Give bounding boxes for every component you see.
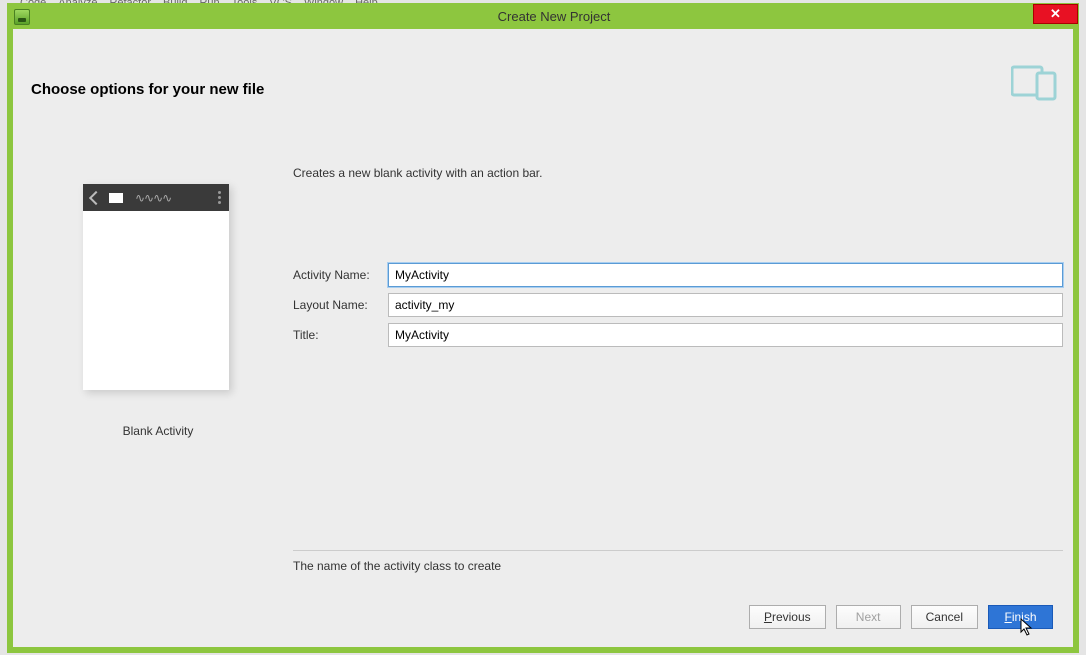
input-title[interactable]: [388, 323, 1063, 347]
btn-prev-rest: revious: [772, 610, 811, 624]
dialog-body: Choose options for your new file ∿∿∿∿ Bl…: [13, 29, 1073, 647]
app-icon: [14, 9, 30, 25]
label-activity-name: Activity Name:: [293, 268, 388, 282]
template-label: Blank Activity: [83, 424, 233, 438]
close-button[interactable]: ✕: [1033, 4, 1078, 24]
input-layout-name[interactable]: [388, 293, 1063, 317]
input-activity-name[interactable]: [388, 263, 1063, 287]
device-frame: ∿∿∿∿: [83, 184, 229, 390]
next-button: Next: [836, 605, 901, 629]
title-bar[interactable]: Create New Project ✕: [8, 4, 1078, 29]
row-title: Title:: [293, 323, 1063, 347]
label-title: Title:: [293, 328, 388, 342]
window-title: Create New Project: [30, 9, 1078, 24]
app-logo-icon: [109, 193, 123, 203]
button-bar: Previous Next Cancel Finish: [749, 605, 1053, 629]
form: Activity Name: Layout Name: Title:: [293, 263, 1063, 353]
btn-finish-rest: inish: [1012, 610, 1037, 624]
hint-text: The name of the activity class to create: [293, 559, 501, 573]
device-preview-icon: [1011, 61, 1063, 101]
finish-button[interactable]: Finish: [988, 605, 1053, 629]
template-preview: ∿∿∿∿: [83, 184, 233, 394]
close-icon: ✕: [1050, 6, 1061, 22]
label-layout-name: Layout Name:: [293, 298, 388, 312]
row-layout-name: Layout Name:: [293, 293, 1063, 317]
separator: [293, 550, 1063, 551]
overflow-menu-icon: [218, 191, 221, 204]
cancel-button[interactable]: Cancel: [911, 605, 978, 629]
device-statusbar: ∿∿∿∿: [83, 184, 229, 211]
row-activity-name: Activity Name:: [293, 263, 1063, 287]
dialog-window: Create New Project ✕ Choose options for …: [7, 3, 1079, 653]
back-icon: [89, 190, 103, 204]
wave-icon: ∿∿∿∿: [135, 191, 218, 205]
template-description: Creates a new blank activity with an act…: [293, 166, 542, 180]
page-heading: Choose options for your new file: [31, 81, 264, 98]
previous-button[interactable]: Previous: [749, 605, 826, 629]
